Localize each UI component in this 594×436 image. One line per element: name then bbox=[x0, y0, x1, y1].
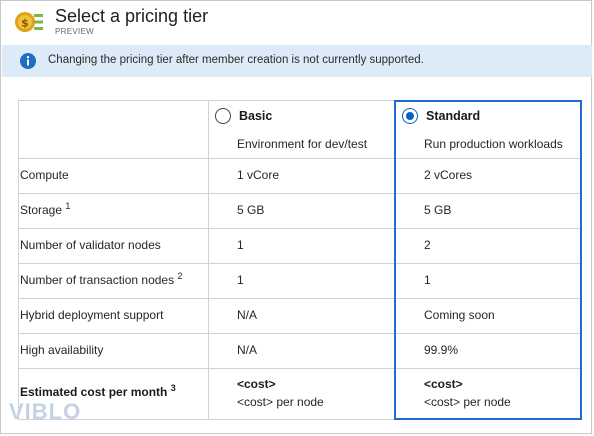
grid-hline-2 bbox=[18, 193, 394, 194]
row-label-text: Storage bbox=[20, 203, 63, 217]
standard-tier-description: Run production workloads bbox=[424, 137, 563, 151]
standard-validator-value: 2 bbox=[424, 238, 431, 252]
row-label-text: High availability bbox=[20, 343, 104, 357]
grid-hline-1 bbox=[18, 158, 394, 159]
standard-cost-per-node: <cost> per node bbox=[424, 395, 511, 409]
basic-transaction-value: 1 bbox=[237, 273, 244, 287]
basic-tier-description: Environment for dev/test bbox=[237, 137, 368, 151]
watermark-logo: VIBLO bbox=[9, 399, 82, 424]
standard-compute-value: 2 vCores bbox=[424, 168, 473, 182]
basic-cost-per-node: <cost> per node bbox=[237, 395, 324, 409]
grid-hline-7 bbox=[18, 368, 394, 369]
row-label-high-availability: High availability bbox=[20, 343, 103, 357]
basic-radio-button[interactable] bbox=[215, 108, 231, 124]
grid-vline-mid bbox=[208, 100, 209, 420]
row-label-validator-nodes: Number of validator nodes bbox=[20, 238, 161, 252]
row-label-text: Compute bbox=[20, 168, 69, 182]
dialog-title: Select a pricing tier bbox=[55, 6, 209, 26]
grid-hline-3 bbox=[18, 228, 394, 229]
row-label-text: Number of validator nodes bbox=[20, 238, 161, 252]
basic-storage-value: 5 GB bbox=[237, 203, 265, 217]
info-banner-text: Changing the pricing tier after member c… bbox=[48, 54, 424, 66]
row-label-hybrid-deployment: Hybrid deployment support bbox=[20, 308, 163, 322]
basic-validator-value: 1 bbox=[237, 238, 244, 252]
basic-tier-name: Basic bbox=[239, 109, 273, 123]
svg-text:$: $ bbox=[21, 17, 29, 30]
footnote-marker: 3 bbox=[170, 383, 176, 393]
row-label-text: Number of transaction nodes bbox=[20, 273, 175, 287]
dialog-header: $ Select a pricing tier PREVIEW bbox=[1, 1, 593, 43]
row-label-storage: Storage 1 bbox=[20, 201, 70, 217]
grid-hline-4 bbox=[18, 263, 394, 264]
standard-transaction-value: 1 bbox=[424, 273, 431, 287]
grid-hline-head bbox=[18, 100, 394, 101]
standard-tier-option[interactable]: Standard bbox=[402, 108, 480, 124]
grid-hline-5 bbox=[18, 298, 394, 299]
basic-cost-main: <cost> bbox=[237, 377, 276, 391]
row-label-text: Estimated cost per month bbox=[20, 385, 168, 399]
row-label-text: Hybrid deployment support bbox=[20, 308, 164, 322]
footnote-marker: 2 bbox=[177, 271, 183, 281]
basic-compute-value: 1 vCore bbox=[237, 168, 280, 182]
row-label-compute: Compute bbox=[20, 168, 69, 182]
standard-tier-name: Standard bbox=[426, 109, 481, 123]
standard-hybrid-value: Coming soon bbox=[424, 308, 495, 322]
pricing-tier-dialog: $ Select a pricing tier PREVIEW Changing… bbox=[0, 0, 592, 434]
grid-vline-left bbox=[18, 100, 19, 420]
basic-tier-option[interactable]: Basic bbox=[215, 108, 272, 124]
basic-hybrid-value: N/A bbox=[237, 308, 258, 322]
row-label-estimated-cost: Estimated cost per month 3 bbox=[20, 383, 176, 399]
info-banner: Changing the pricing tier after member c… bbox=[2, 45, 592, 77]
standard-storage-value: 5 GB bbox=[424, 203, 452, 217]
standard-cost-main: <cost> bbox=[424, 377, 463, 391]
basic-availability-value: N/A bbox=[237, 343, 258, 357]
standard-radio-button[interactable] bbox=[402, 108, 418, 124]
footnote-marker: 1 bbox=[65, 201, 71, 211]
dialog-subtitle: PREVIEW bbox=[55, 27, 94, 36]
pricing-tier-logo-icon: $ bbox=[15, 12, 43, 32]
standard-availability-value: 99.9% bbox=[424, 343, 459, 357]
grid-hline-6 bbox=[18, 333, 394, 334]
row-label-transaction-nodes: Number of transaction nodes 2 bbox=[20, 271, 182, 287]
info-icon bbox=[20, 53, 36, 69]
